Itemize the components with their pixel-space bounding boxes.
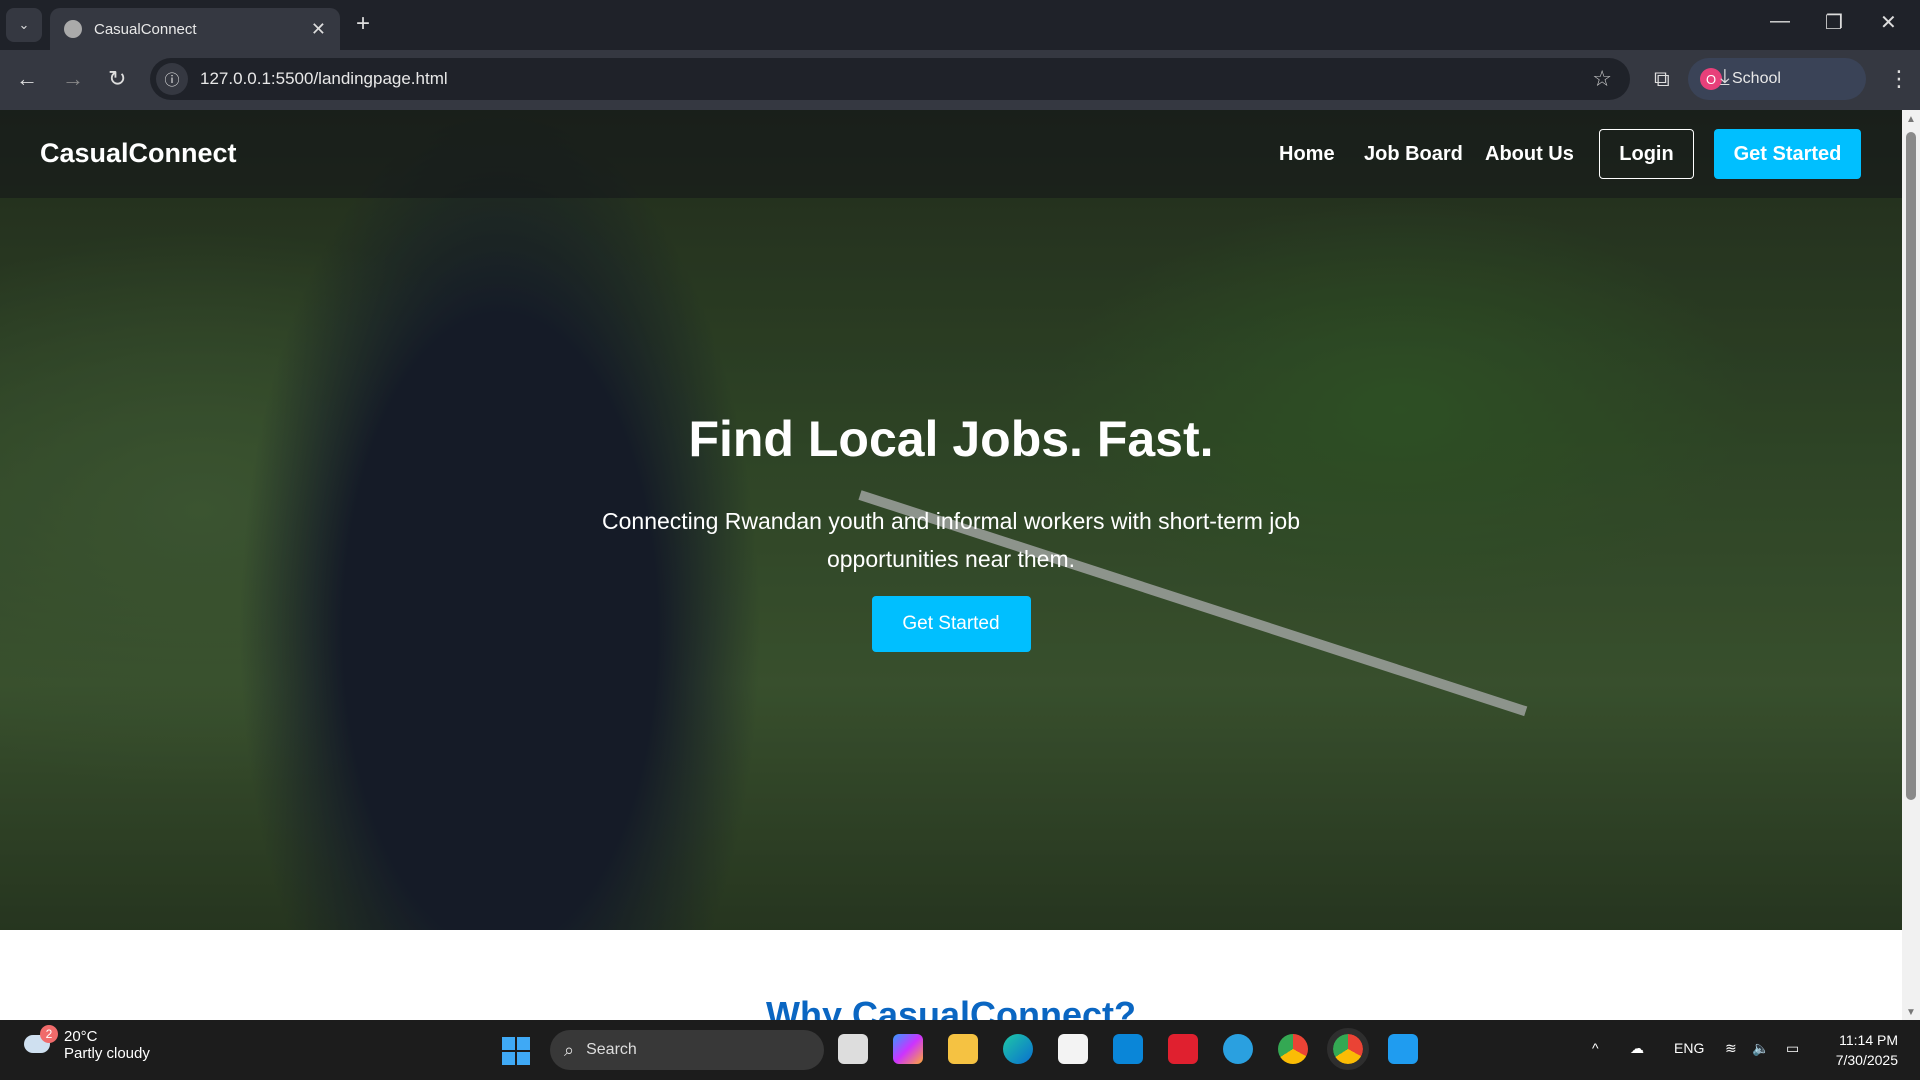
hero-content: Find Local Jobs. Fast. Connecting Rwanda… xyxy=(0,410,1902,652)
wifi-icon[interactable]: ≋ xyxy=(1725,1040,1737,1057)
url-text: 127.0.0.1:5500/landingpage.html xyxy=(200,69,448,88)
minimize-button[interactable]: — xyxy=(1770,10,1790,33)
globe-icon xyxy=(64,20,82,38)
task-view-icon[interactable] xyxy=(838,1034,868,1064)
login-button[interactable]: Login xyxy=(1599,129,1694,179)
tab-bar: ⌄ CasualConnect ✕ + — ❐ ✕ xyxy=(0,0,1920,50)
chrome-icon[interactable] xyxy=(1278,1034,1308,1064)
restore-button[interactable]: ❐ xyxy=(1825,10,1843,35)
section-heading: Why CasualConnect? xyxy=(765,994,1137,1020)
brand-logo[interactable]: CasualConnect xyxy=(40,138,237,169)
reload-icon[interactable]: ↻ xyxy=(108,66,126,92)
search-label: Search xyxy=(586,1041,637,1058)
navbar: CasualConnect Home Job Board About Us Lo… xyxy=(0,110,1902,198)
hero-section: CasualConnect Home Job Board About Us Lo… xyxy=(0,110,1902,930)
scrollbar[interactable]: ▲ ▼ xyxy=(1902,110,1920,1020)
vscode-icon[interactable] xyxy=(1388,1034,1418,1064)
clock[interactable]: 11:14 PM 7/30/2025 xyxy=(1820,1030,1898,1070)
date: 7/30/2025 xyxy=(1835,1052,1898,1068)
start-icon[interactable] xyxy=(502,1037,530,1065)
file-explorer-icon[interactable] xyxy=(948,1034,978,1064)
nav-home[interactable]: Home xyxy=(1279,143,1335,166)
nav-job-board[interactable]: Job Board xyxy=(1364,143,1463,166)
nav-get-started-button[interactable]: Get Started xyxy=(1714,129,1861,179)
show-hidden-icons[interactable]: ^ xyxy=(1592,1040,1599,1056)
temperature: 20°C xyxy=(64,1028,98,1045)
youtube-icon[interactable] xyxy=(1168,1034,1198,1064)
bookmark-star-icon[interactable]: ☆ xyxy=(1592,66,1612,92)
search-icon: ⌕ xyxy=(564,1039,575,1060)
time: 11:14 PM xyxy=(1839,1032,1898,1048)
onedrive-icon[interactable]: ☁ xyxy=(1630,1040,1644,1057)
language-indicator[interactable]: ENG xyxy=(1674,1040,1704,1056)
forward-icon[interactable]: → xyxy=(62,66,84,92)
profile-avatar: O xyxy=(1700,68,1722,90)
battery-icon[interactable]: ▭ xyxy=(1786,1040,1799,1057)
taskbar: 2 20°C Partly cloudy ⌕ Search ^ ☁ ENG ≋ 🔈 … xyxy=(0,1020,1920,1080)
volume-icon[interactable]: 🔈 xyxy=(1752,1040,1769,1057)
weather-widget[interactable]: 2 20°C Partly cloudy xyxy=(24,1025,150,1062)
scrollbar-thumb[interactable] xyxy=(1906,132,1916,800)
close-window-button[interactable]: ✕ xyxy=(1880,10,1897,35)
nav-about-us[interactable]: About Us xyxy=(1485,143,1574,166)
hero-get-started-button[interactable]: Get Started xyxy=(871,596,1031,652)
help-icon[interactable] xyxy=(1223,1034,1253,1064)
myhp-icon[interactable] xyxy=(1113,1034,1143,1064)
copilot-icon[interactable] xyxy=(893,1034,923,1064)
scroll-up-icon[interactable]: ▲ xyxy=(1906,114,1916,125)
address-bar[interactable]: ⓘ 127.0.0.1:5500/landingpage.html ☆ xyxy=(150,58,1630,100)
menu-icon[interactable]: ⋮ xyxy=(1888,66,1910,92)
download-icon[interactable]: ⤓ xyxy=(1720,64,1730,90)
store-icon[interactable] xyxy=(1058,1034,1088,1064)
weather-condition: Partly cloudy xyxy=(64,1045,150,1062)
page-viewport: CasualConnect Home Job Board About Us Lo… xyxy=(0,110,1902,1020)
tab-casualconnect[interactable]: CasualConnect ✕ xyxy=(50,8,340,50)
edge-icon[interactable] xyxy=(1003,1034,1033,1064)
back-icon[interactable]: ← xyxy=(16,66,38,92)
taskbar-search[interactable]: ⌕ Search xyxy=(550,1030,824,1070)
site-info-icon[interactable]: ⓘ xyxy=(156,63,188,95)
browser-toolbar: ← → ↻ ⓘ 127.0.0.1:5500/landingpage.html … xyxy=(0,50,1920,110)
weather-badge: 2 xyxy=(40,1025,58,1043)
new-tab-button[interactable]: + xyxy=(356,10,370,38)
chrome-active-icon[interactable] xyxy=(1327,1028,1369,1070)
hero-title: Find Local Jobs. Fast. xyxy=(688,411,1214,467)
extensions-icon[interactable]: ⧉ xyxy=(1654,66,1670,92)
weather-icon: 2 xyxy=(24,1025,58,1061)
hero-subtitle: Connecting Rwandan youth and informal wo… xyxy=(602,508,1300,572)
tab-title: CasualConnect xyxy=(94,20,197,38)
tab-search-button[interactable]: ⌄ xyxy=(6,8,42,42)
profile-name: School xyxy=(1732,70,1781,87)
close-tab-icon[interactable]: ✕ xyxy=(311,19,326,40)
scroll-down-icon[interactable]: ▼ xyxy=(1906,1007,1916,1018)
profile-button[interactable]: O School xyxy=(1688,58,1866,100)
